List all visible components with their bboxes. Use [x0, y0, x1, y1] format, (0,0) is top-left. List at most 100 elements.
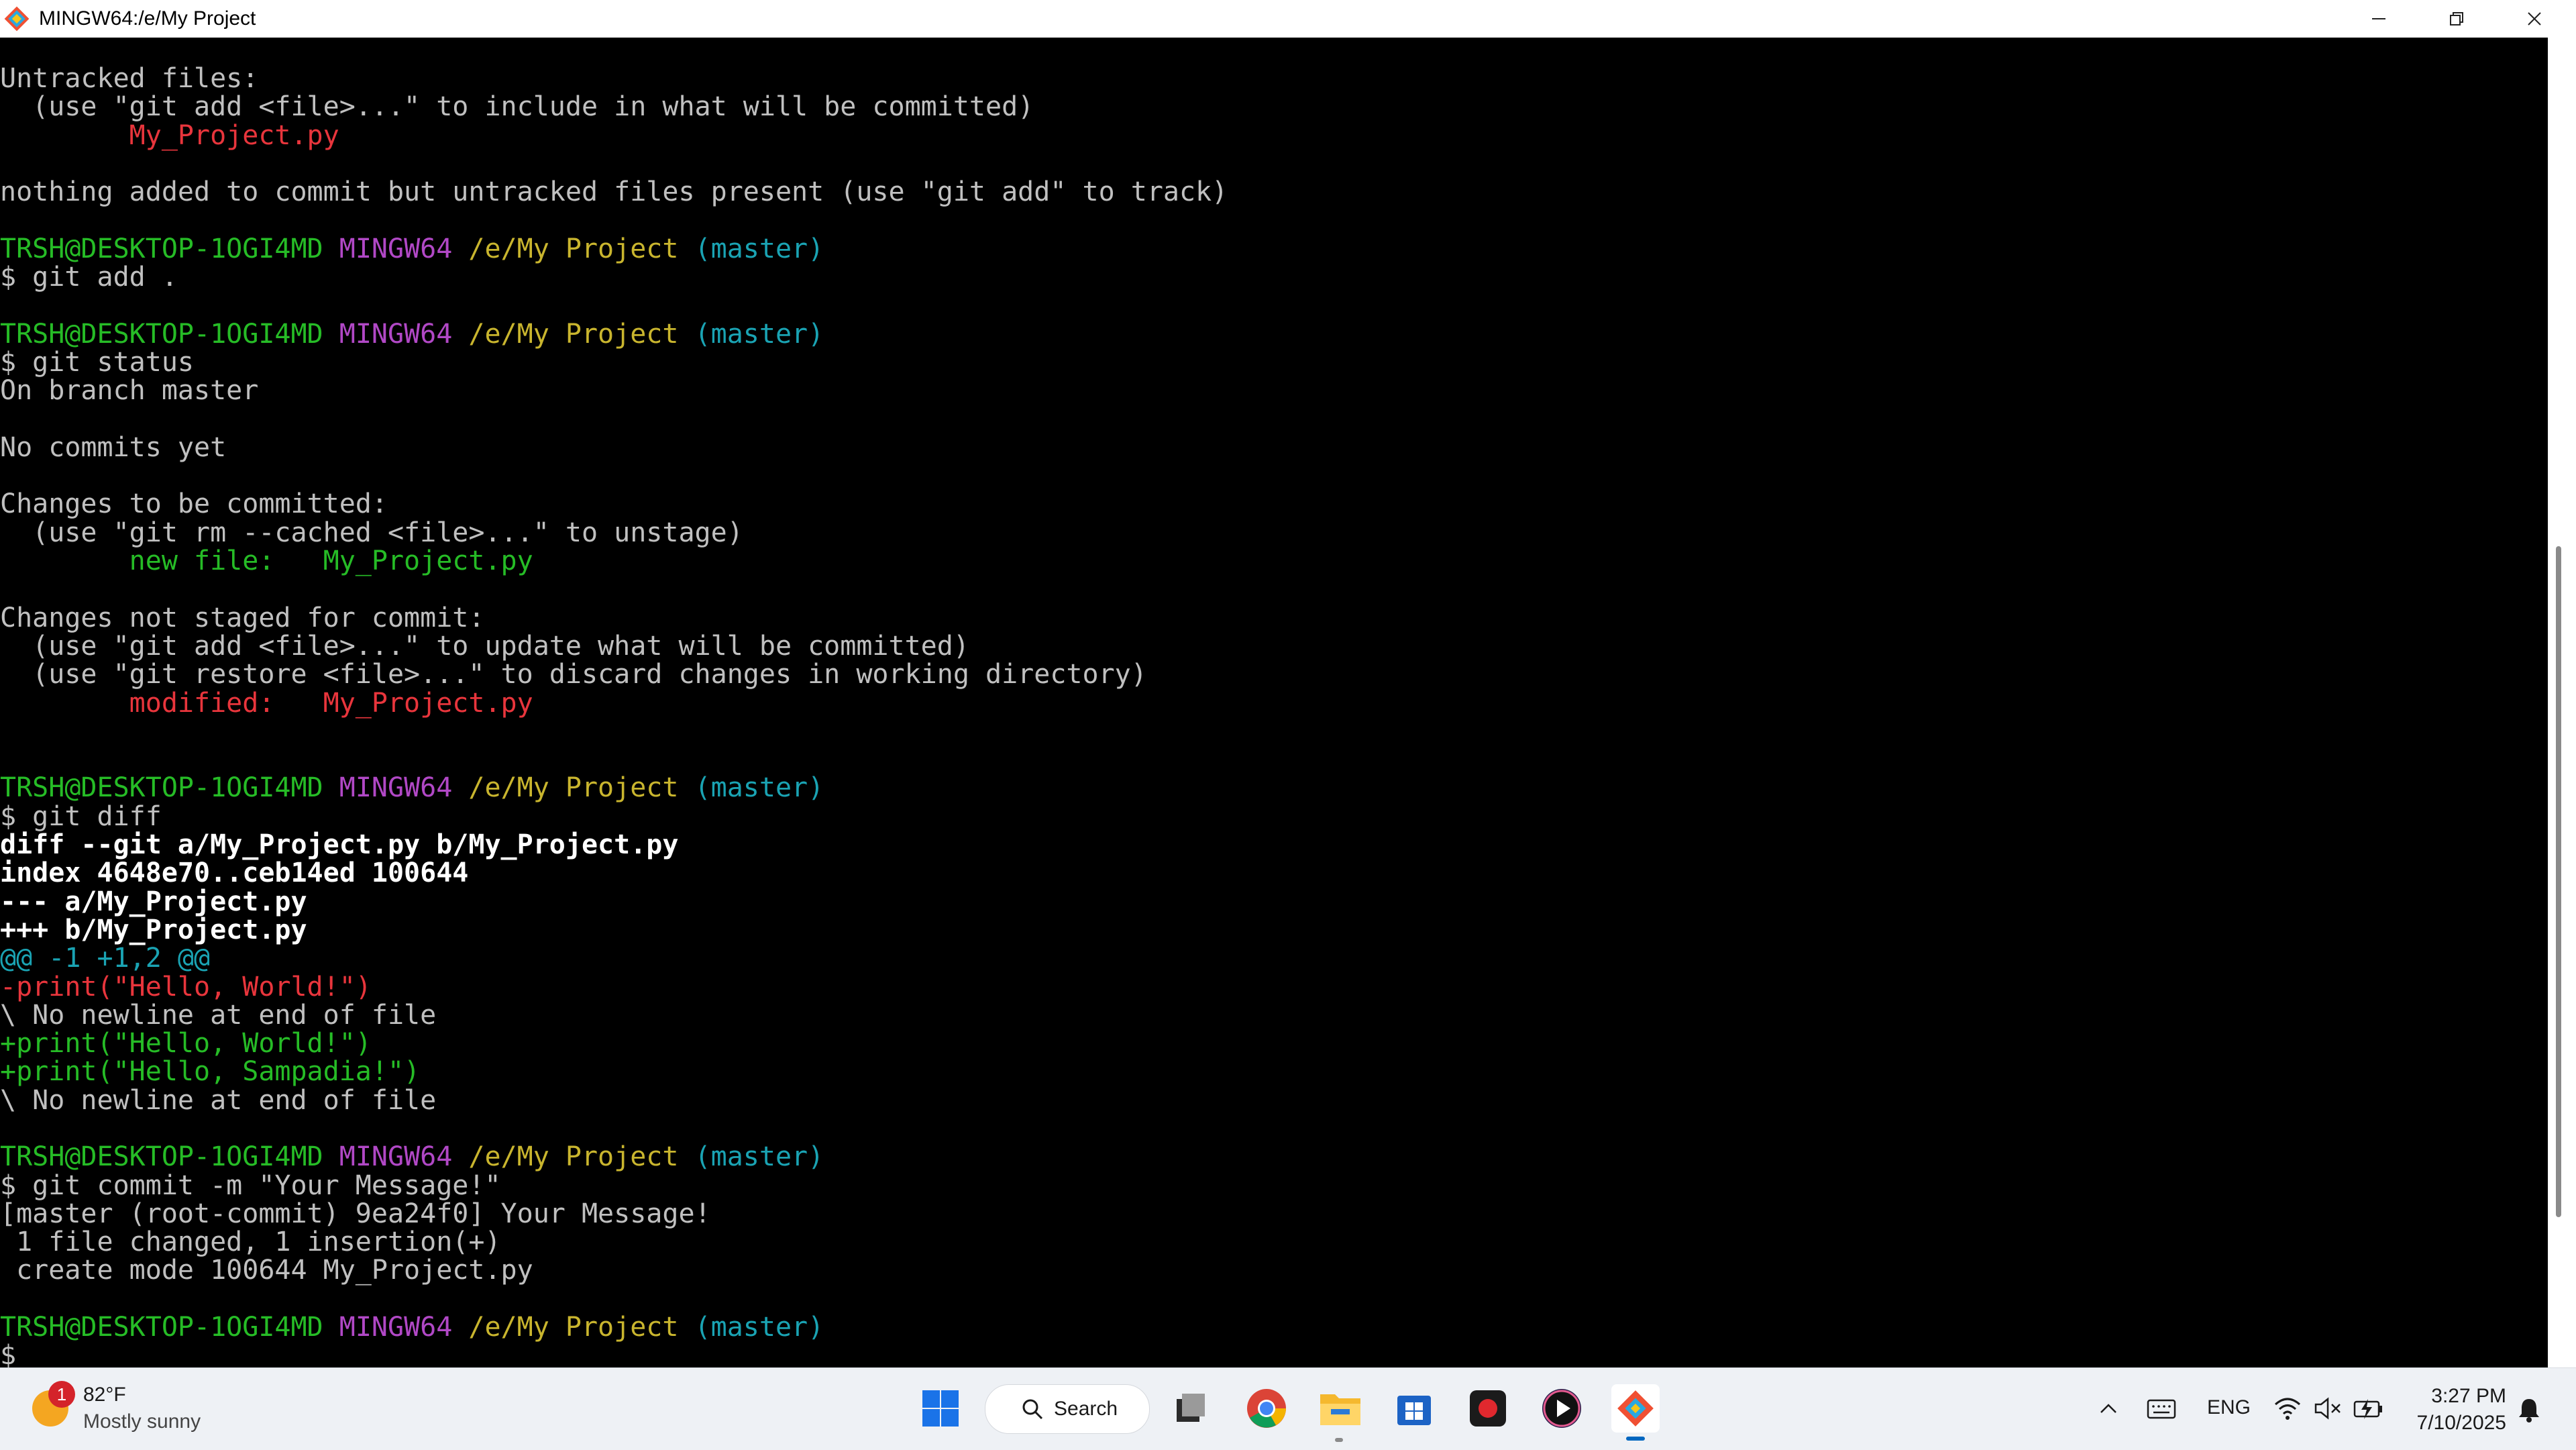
terminal-text: diff --git a/My_Project.py b/My_Project.… — [0, 829, 679, 861]
terminal-text: (use "git restore <file>..." to discard … — [0, 659, 1147, 690]
task-view-button[interactable] — [1166, 1384, 1214, 1433]
terminal-text: (master) — [694, 772, 824, 804]
terminal-text: nothing added to commit but untracked fi… — [0, 176, 1228, 208]
terminal-text: MINGW64 — [339, 1312, 469, 1343]
terminal-text: create mode 100644 My_Project.py — [0, 1255, 533, 1286]
terminal-text: [master (root-commit) 9ea24f0] Your Mess… — [0, 1198, 711, 1229]
terminal-text: TRSH@DESKTOP-1OGI4MD — [0, 1312, 339, 1343]
microsoft-store-icon — [1397, 1396, 1431, 1425]
battery-icon[interactable] — [2352, 1395, 2385, 1422]
wifi-icon[interactable] — [2273, 1395, 2302, 1422]
terminal-text: TRSH@DESKTOP-1OGI4MD — [0, 233, 339, 264]
git-bash-button[interactable] — [1611, 1384, 1660, 1441]
start-button[interactable] — [916, 1384, 965, 1433]
terminal-line: Changes to be committed: — [0, 490, 1228, 518]
minimize-button[interactable] — [2340, 0, 2418, 38]
terminal-text: (master) — [694, 1312, 824, 1343]
terminal-text: $ git commit -m "Your Message!" — [0, 1170, 501, 1201]
minimize-icon — [2372, 18, 2385, 19]
terminal-line: create mode 100644 My_Project.py — [0, 1256, 1228, 1284]
language-indicator[interactable]: ENG — [2207, 1396, 2251, 1419]
keyboard-icon[interactable] — [2147, 1396, 2176, 1422]
screen-recorder-icon — [1470, 1390, 1506, 1427]
terminal-line: new file: My_Project.py — [0, 547, 1228, 575]
media-player-button[interactable] — [1538, 1384, 1586, 1433]
terminal-text: +print("Hello, World!") — [0, 1028, 372, 1059]
terminal-line: @@ -1 +1,2 @@ — [0, 944, 1228, 972]
terminal-text: Changes not staged for commit: — [0, 602, 485, 633]
terminal-text: index 4648e70..ceb14ed 100644 — [0, 858, 469, 889]
weather-condition: Mostly sunny — [83, 1410, 201, 1433]
scrollbar-thumb[interactable] — [2556, 546, 2561, 1217]
terminal-text: (use "git rm --cached <file>..." to unst… — [0, 517, 743, 548]
search-label: Search — [1054, 1398, 1118, 1420]
terminal-text: MINGW64 — [339, 233, 469, 264]
terminal-line: Changes not staged for commit: — [0, 602, 1228, 633]
notification-bell-icon[interactable] — [2516, 1396, 2542, 1423]
windows-start-icon — [922, 1390, 959, 1427]
clock[interactable]: 3:27 PM 7/10/2025 — [2417, 1383, 2506, 1437]
terminal-line: (use "git add <file>..." to include in w… — [0, 93, 1228, 121]
taskbar: 1 82°F Mostly sunny Search ENG 3:27 PM 7… — [0, 1367, 2576, 1450]
volume-muted-icon[interactable] — [2313, 1395, 2343, 1422]
terminal-text: +print("Hello, Sampadia!") — [0, 1056, 421, 1088]
terminal-text: (master) — [694, 1141, 824, 1173]
notification-badge: 1 — [48, 1381, 75, 1408]
terminal-line: Untracked files: — [0, 64, 1228, 93]
terminal-line: +++ b/My_Project.py — [0, 916, 1228, 944]
terminal-text: Untracked files: — [0, 63, 259, 94]
terminal-text: MINGW64 — [339, 1141, 469, 1173]
terminal-text: On branch master — [0, 375, 259, 407]
terminal-line: +print("Hello, World!") — [0, 1029, 1228, 1057]
terminal-text: new file: My_Project.py — [0, 546, 533, 577]
sun-icon: 1 — [32, 1381, 75, 1427]
window-title: MINGW64:/e/My Project — [39, 7, 256, 30]
terminal-text: /e/My Project — [468, 1141, 695, 1173]
microsoft-store-button[interactable] — [1390, 1384, 1438, 1433]
terminal-text: /e/My Project — [468, 318, 695, 350]
terminal-scrollbar[interactable] — [2548, 38, 2576, 1367]
terminal-line: TRSH@DESKTOP-1OGI4MD MINGW64 /e/My Proje… — [0, 320, 1228, 348]
close-button[interactable] — [2496, 0, 2573, 38]
terminal-text: (use "git add <file>..." to update what … — [0, 630, 969, 662]
file-explorer-button[interactable] — [1316, 1384, 1364, 1433]
terminal-line: TRSH@DESKTOP-1OGI4MD MINGW64 /e/My Proje… — [0, 774, 1228, 802]
terminal-line: $ git status — [0, 348, 1228, 376]
terminal-text: @@ -1 +1,2 @@ — [0, 943, 211, 974]
terminal-line: --- a/My_Project.py — [0, 886, 1228, 917]
terminal-line: On branch master — [0, 376, 1228, 405]
restore-button[interactable] — [2418, 0, 2496, 38]
terminal-line: -print("Hello, World!") — [0, 972, 1228, 1001]
terminal-text: --- a/My_Project.py — [0, 886, 307, 917]
terminal-line: (use "git restore <file>..." to discard … — [0, 660, 1228, 688]
task-view-icon — [1177, 1394, 1205, 1422]
git-bash-icon — [4, 6, 30, 32]
terminal-line: nothing added to commit but untracked fi… — [0, 178, 1228, 206]
terminal-text: \ No newline at end of file — [0, 1084, 437, 1116]
terminal-line: $ git commit -m "Your Message!" — [0, 1170, 1228, 1201]
search-icon — [1022, 1399, 1043, 1420]
terminal-text: /e/My Project — [468, 1312, 695, 1343]
terminal-line: 1 file changed, 1 insertion(+) — [0, 1228, 1228, 1256]
git-icon — [1617, 1390, 1654, 1427]
chrome-button[interactable] — [1242, 1384, 1291, 1433]
chevron-up-icon[interactable] — [2097, 1398, 2120, 1420]
terminal-text: My_Project.py — [0, 119, 339, 151]
weather-widget[interactable]: 1 82°F Mostly sunny — [32, 1381, 201, 1435]
terminal-lines: Untracked files: (use "git add <file>...… — [0, 64, 1228, 1367]
title-bar: MINGW64:/e/My Project — [0, 0, 2576, 38]
media-player-icon — [1542, 1389, 1581, 1428]
terminal-line: diff --git a/My_Project.py b/My_Project.… — [0, 831, 1228, 859]
terminal-line: TRSH@DESKTOP-1OGI4MD MINGW64 /e/My Proje… — [0, 235, 1228, 263]
screen-recorder-button[interactable] — [1464, 1384, 1512, 1433]
terminal-line: $ — [0, 1341, 1228, 1367]
terminal-line: No commits yet — [0, 433, 1228, 462]
taskbar-search[interactable]: Search — [985, 1384, 1150, 1434]
terminal-output[interactable]: Untracked files: (use "git add <file>...… — [0, 38, 2548, 1367]
